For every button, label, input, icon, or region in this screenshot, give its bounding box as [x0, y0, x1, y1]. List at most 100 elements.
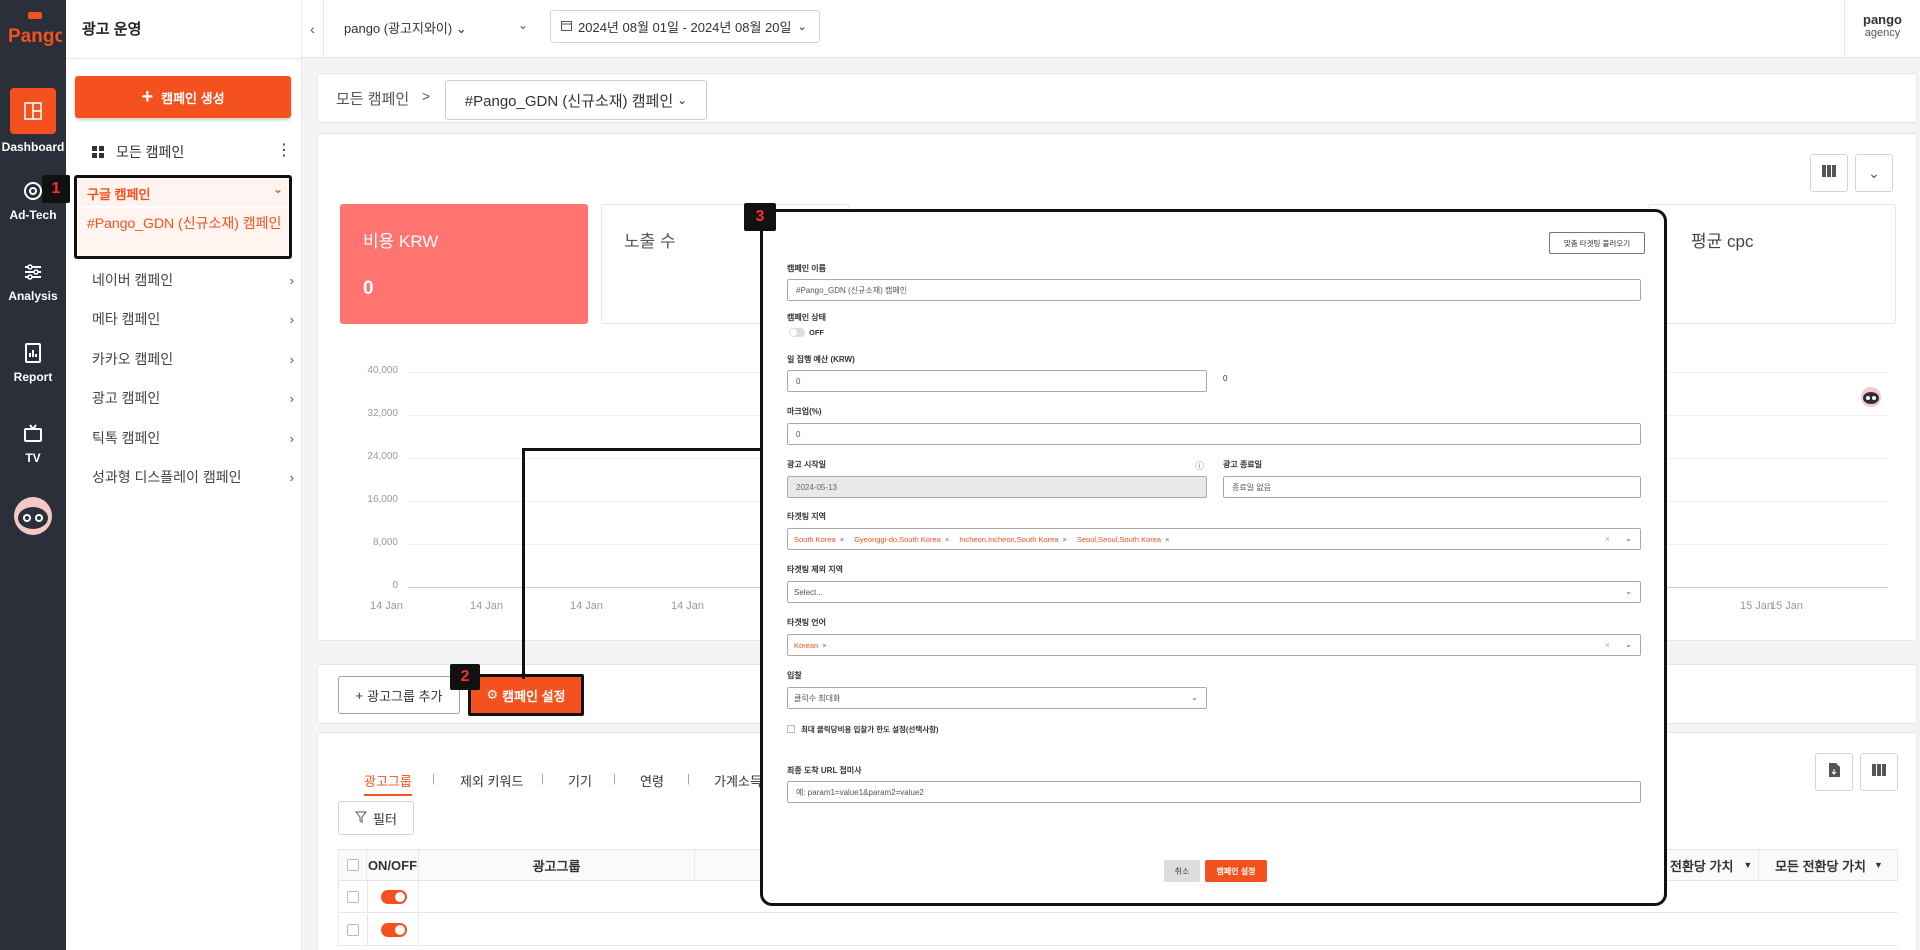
campaign-settings-submit-button[interactable]: 캠페인 설정	[1205, 860, 1267, 882]
sidebar-item-label: 성과형 디스플레이 캠페인	[92, 469, 242, 485]
row-checkbox[interactable]	[347, 924, 359, 936]
excluded-region-placeholder: Select...	[794, 587, 823, 597]
end-date-field[interactable]: 종료일 없음	[1223, 476, 1641, 498]
sidebar-item-google[interactable]: 구글 캠페인 ⌄	[77, 178, 289, 206]
tab-separator: |	[687, 773, 690, 785]
chevron-right-icon: ›	[289, 470, 294, 485]
clear-icon[interactable]: ×	[1605, 640, 1610, 650]
create-campaign-button[interactable]: + 캠페인 생성	[75, 76, 291, 118]
campaign-selector[interactable]: #Pango_GDN (신규소재) 캠페인 ⌄	[445, 80, 707, 120]
rail-dashboard[interactable]: Dashboard	[0, 88, 66, 154]
account-dropdown-toggle[interactable]: ⌄	[518, 18, 528, 32]
sidebar-item-meta[interactable]: 메타 캠페인 ›	[66, 301, 302, 337]
campaign-toggle[interactable]	[381, 923, 407, 937]
columns-icon	[1822, 164, 1836, 182]
region-chip[interactable]: Gyeonggi-do,South Korea ×	[854, 535, 949, 544]
tab-ad-group[interactable]: 광고그룹	[364, 771, 412, 796]
breadcrumb-all-campaigns[interactable]: 모든 캠페인	[336, 88, 409, 109]
chip-label: Seoul,Seoul,South Korea	[1076, 534, 1162, 544]
calendar-icon	[561, 19, 572, 34]
pango-logo[interactable]: Pango	[6, 10, 66, 50]
chip-remove-icon[interactable]: ×	[945, 535, 949, 544]
download-button[interactable]	[1815, 753, 1853, 791]
sort-icon: ▼	[1874, 860, 1883, 870]
sidebar-item-label: 메타 캠페인	[92, 311, 161, 327]
date-range-picker[interactable]: 2024년 08월 01일 - 2024년 08월 20일 ⌄	[550, 10, 820, 43]
step-badge-2: 2	[450, 664, 480, 690]
plus-icon: +	[141, 86, 154, 108]
sidebar-item-ad[interactable]: 광고 캠페인 ›	[66, 380, 302, 416]
onoff-cell	[367, 914, 419, 945]
info-icon[interactable]: ⓘ	[1195, 459, 1204, 472]
user-menu[interactable]: pango agency	[1844, 0, 1920, 58]
bidding-strategy-select[interactable]: 클릭수 최대화 ⌄	[787, 687, 1207, 709]
sidebar-item-all-campaigns[interactable]: 모든 캠페인 ⋮	[66, 134, 302, 170]
collapse-sidebar-button[interactable]: ‹	[302, 0, 324, 58]
target-language-select[interactable]: Korean × × ⌄	[787, 634, 1641, 656]
rail-report[interactable]: Report	[0, 342, 66, 384]
load-custom-targeting-button[interactable]: 맞춤 타겟팅 불러오기	[1549, 232, 1645, 254]
chip-remove-icon[interactable]: ×	[822, 641, 826, 650]
date-range-value: 2024년 08월 01일 - 2024년 08월 20일	[578, 20, 792, 35]
language-chip[interactable]: Korean ×	[794, 641, 827, 650]
rail-analysis[interactable]: Analysis	[0, 261, 66, 303]
rail-label: Dashboard	[1, 140, 65, 154]
add-ad-group-button[interactable]: + 광고그룹 추가	[338, 676, 460, 714]
rail-tv[interactable]: TV	[0, 423, 66, 465]
campaign-name-label: 캠페인 이름	[787, 264, 827, 273]
sidebar-item-performance-display[interactable]: 성과형 디스플레이 캠페인 ›	[66, 459, 302, 495]
chart-options-button[interactable]: ⌄	[1855, 154, 1893, 192]
region-chip[interactable]: Seoul,Seoul,South Korea ×	[1077, 535, 1170, 544]
excluded-region-select[interactable]: Select... ⌄	[787, 581, 1641, 603]
target-icon	[22, 180, 44, 202]
kpi-card-cost[interactable]: 비용 KRW 0	[340, 204, 588, 324]
target-region-select[interactable]: South Korea × Gyeonggi-do,South Korea × In…	[787, 528, 1641, 550]
tab-household-income[interactable]: 가계소득	[714, 771, 762, 790]
sidebar-item-naver[interactable]: 네이버 캠페인 ›	[66, 262, 302, 298]
chip-remove-icon[interactable]: ×	[1165, 535, 1169, 544]
markup-field[interactable]: 0	[787, 423, 1641, 445]
filter-button[interactable]: 필터	[338, 801, 414, 835]
account-selector[interactable]: pango (광고지와이) ⌄	[344, 18, 467, 37]
select-all-checkbox[interactable]	[346, 859, 359, 871]
columns-icon	[1872, 763, 1886, 781]
sidebar-item-kakao[interactable]: 카카오 캠페인 ›	[66, 341, 302, 377]
chevron-down-icon: ⌄	[1868, 164, 1880, 181]
region-chip[interactable]: Incheon,Incheon,South Korea ×	[959, 535, 1067, 544]
mascot-icon[interactable]	[9, 494, 57, 541]
row-checkbox[interactable]	[347, 891, 359, 903]
cancel-button[interactable]: 취소	[1164, 860, 1200, 882]
daily-budget-field[interactable]: 0	[787, 370, 1207, 392]
tab-device[interactable]: 기기	[568, 771, 592, 790]
mascot-icon[interactable]	[1857, 384, 1885, 413]
user-name: pango	[1863, 12, 1902, 27]
column-header-all-value-per-conversion[interactable]: 모든 전환당 가치 ▼	[1759, 850, 1899, 880]
chip-remove-icon[interactable]: ×	[1062, 535, 1066, 544]
rail-label: Ad-Tech	[9, 208, 57, 222]
column-header-ad-group[interactable]: 광고그룹	[419, 850, 695, 880]
tab-excluded-keywords[interactable]: 제외 키워드	[460, 771, 523, 790]
columns-button[interactable]	[1810, 154, 1848, 192]
tab-age[interactable]: 연령	[640, 771, 664, 790]
sidebar-item-tiktok[interactable]: 틱톡 캠페인 ›	[66, 420, 302, 456]
kpi-card-avg-cpc[interactable]: 평균 cpc	[1648, 204, 1896, 324]
chip-remove-icon[interactable]: ×	[840, 535, 844, 544]
y-tick-label: 0	[392, 580, 398, 591]
sidebar-item-label: 모든 캠페인	[116, 144, 185, 160]
sidebar-subitem-gdn-campaign[interactable]: #Pango_GDN (신규소재) 캠페인	[77, 208, 289, 256]
campaign-settings-button[interactable]: ⚙ 캠페인 설정	[471, 677, 581, 713]
region-chip[interactable]: South Korea ×	[794, 535, 844, 544]
column-header-label: 모든 전환당 가치	[1775, 858, 1867, 874]
column-header-label: 전환당 가치	[1670, 858, 1734, 874]
plus-icon: +	[355, 687, 364, 703]
more-options-icon[interactable]: ⋮	[276, 143, 292, 159]
final-url-suffix-field[interactable]: 예: param1=value1&param2=value2	[787, 781, 1641, 803]
column-header-onoff[interactable]: ON/OFF	[367, 850, 419, 880]
columns-button[interactable]	[1860, 753, 1898, 791]
campaign-name-field[interactable]: #Pango_GDN (신규소재) 캠페인	[787, 279, 1641, 301]
campaign-status-toggle[interactable]	[789, 328, 805, 337]
max-cpc-checkbox[interactable]	[787, 725, 795, 733]
clear-icon[interactable]: ×	[1605, 534, 1610, 544]
campaign-toggle[interactable]	[381, 890, 407, 904]
chevron-right-icon: ›	[289, 273, 294, 288]
